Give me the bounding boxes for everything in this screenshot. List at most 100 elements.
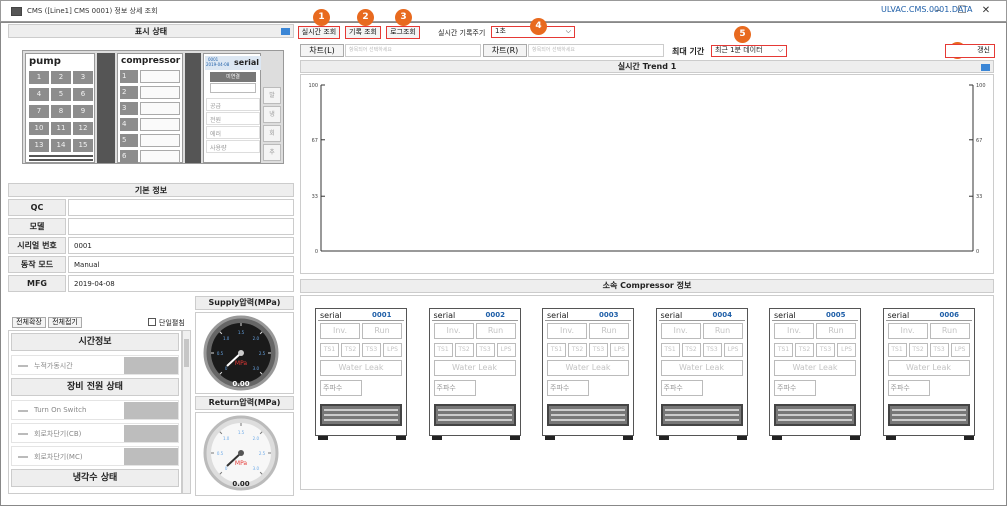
- status-title: 표시 상태: [134, 27, 168, 36]
- serial-row: 사용량: [206, 140, 260, 153]
- serial-row: 에러: [206, 126, 260, 139]
- compressor-unit[interactable]: serial 0001 Inv. Run TS1 TS2 TS3 LPS Water Leak 주…: [315, 308, 407, 440]
- gauge-tick-label: 2.5: [259, 451, 266, 456]
- pump-cell[interactable]: 9: [73, 105, 93, 118]
- compressor-row[interactable]: 6: [120, 150, 180, 163]
- unit-water-leak: Water Leak: [320, 360, 402, 376]
- panel-icon[interactable]: [281, 28, 290, 35]
- tree-item[interactable]: Turn On Switch: [11, 400, 179, 420]
- side-button[interactable]: 회: [263, 125, 281, 142]
- compressor-row-indicator: [140, 70, 180, 83]
- pump-cell[interactable]: 4: [29, 88, 49, 101]
- pump-cell[interactable]: 14: [51, 139, 71, 152]
- chart-r-input[interactable]: 항목되어 선택하세요: [528, 44, 664, 57]
- info-value: Manual: [68, 256, 294, 273]
- tree-item[interactable]: 회로차단기(MC): [11, 446, 179, 466]
- serial-row: 전원: [206, 112, 260, 125]
- pump-cell[interactable]: 8: [51, 105, 71, 118]
- unit-divider: [885, 320, 972, 321]
- pump-title: pump: [29, 56, 61, 67]
- vent-line: [551, 409, 625, 411]
- refresh-button[interactable]: 갱신: [945, 44, 995, 58]
- pump-cell[interactable]: 11: [51, 122, 71, 135]
- close-button[interactable]: ✕: [976, 4, 996, 18]
- unit-foot: [545, 436, 555, 440]
- vent-line: [437, 409, 512, 411]
- info-row: 동작 모드 Manual: [8, 256, 294, 273]
- unit-serial-no: 0003: [599, 311, 619, 319]
- chevron-down-icon: ⌵: [777, 46, 783, 54]
- tree-scrollbar[interactable]: [182, 330, 191, 494]
- window-title: CMS ([Line1] CMS 0001) 정보 상세 조회: [27, 7, 158, 15]
- side-button[interactable]: 추: [263, 144, 281, 161]
- return-hub: [238, 450, 244, 456]
- compressor-row[interactable]: 1: [120, 70, 180, 83]
- compressor-row[interactable]: 3: [120, 102, 180, 115]
- unit-serial-label: serial: [887, 311, 910, 320]
- compressor-unit[interactable]: serial 0003 Inv. Run TS1 TS2 TS3 LPS Water Leak 주…: [542, 308, 634, 440]
- unit-serial-label: serial: [660, 311, 683, 320]
- unit-serial-no: 0006: [939, 311, 959, 319]
- info-label: 동작 모드: [8, 256, 66, 273]
- pump-cell[interactable]: 10: [29, 122, 49, 135]
- compressor-unit[interactable]: serial 0002 Inv. Run TS1 TS2 TS3 LPS Water Leak 주…: [428, 308, 521, 440]
- pump-cell[interactable]: 2: [51, 71, 71, 84]
- unit-run: Run: [702, 323, 743, 339]
- expand-all-button[interactable]: 전체확장: [12, 317, 46, 328]
- status-header: 표시 상태: [8, 24, 294, 38]
- pump-cell[interactable]: 13: [29, 139, 49, 152]
- tree-item[interactable]: 누적가동시간: [11, 355, 179, 375]
- compressor-row[interactable]: 4: [120, 118, 180, 131]
- unit-inv: Inv.: [433, 323, 474, 339]
- unit-water-leak: Water Leak: [774, 360, 856, 376]
- chart-r-button[interactable]: 차트(R): [483, 44, 527, 57]
- unit-serial-no: 0004: [712, 311, 732, 319]
- pump-cell[interactable]: 15: [73, 139, 93, 152]
- vent-line: [891, 419, 966, 421]
- panel-icon[interactable]: [981, 64, 990, 71]
- basic-info-header: 기본 정보: [8, 183, 294, 197]
- collapse-all-button[interactable]: 전체접기: [48, 317, 82, 328]
- vent-line: [324, 414, 398, 416]
- log-button[interactable]: 로그조회: [386, 26, 420, 39]
- unit-foot: [885, 436, 896, 440]
- chart-l-button[interactable]: 차트(L): [300, 44, 344, 57]
- tree-section-header[interactable]: 냉각수 상태: [11, 469, 179, 487]
- y-tick-label-right: 100: [976, 83, 986, 89]
- history-button[interactable]: 기록 조회: [345, 26, 381, 39]
- compressor-row-number: 6: [120, 150, 138, 163]
- pump-cell[interactable]: 5: [51, 88, 71, 101]
- tree-section-header[interactable]: 장비 전원 상태: [11, 378, 179, 396]
- pump-cell[interactable]: 6: [73, 88, 93, 101]
- max-period-select[interactable]: 최근 1분 데이터 ⌵: [711, 45, 787, 57]
- tree-section-header[interactable]: 시간정보: [11, 333, 179, 351]
- compressor-row-number: 5: [120, 134, 138, 147]
- realtime-button[interactable]: 실시간 조회: [298, 26, 340, 39]
- unit-ts: TS1: [887, 343, 907, 357]
- pump-cell[interactable]: 3: [73, 71, 93, 84]
- unit-ts: LPS: [950, 343, 970, 357]
- return-gauge-panel: 0 0.5 1.0 1.5 2.0 2.5 3.0 MPa 0.00: [195, 412, 294, 496]
- compressor-unit[interactable]: serial 0005 Inv. Run TS1 TS2 TS3 LPS Water Leak 주…: [769, 308, 861, 440]
- unit-vent: [774, 404, 856, 426]
- side-button[interactable]: 냉: [263, 106, 281, 123]
- unit-ts: LPS: [723, 343, 743, 357]
- unit-ts: TS3: [816, 343, 835, 357]
- compressor-row-number: 3: [120, 102, 138, 115]
- tree-item[interactable]: 회로차단기(CB): [11, 423, 179, 443]
- compressor-row[interactable]: 2: [120, 86, 180, 99]
- unit-ts: LPS: [610, 343, 629, 357]
- compressor-unit[interactable]: serial 0006 Inv. Run TS1 TS2 TS3 LPS Water Leak 주…: [882, 308, 975, 440]
- info-row: 모델: [8, 218, 294, 235]
- side-button[interactable]: 발: [263, 87, 281, 104]
- chart-l-input[interactable]: 항목되어 선택하세요: [345, 44, 481, 57]
- unit-vent: [660, 404, 743, 426]
- compressor-row[interactable]: 5: [120, 134, 180, 147]
- pump-cell[interactable]: 7: [29, 105, 49, 118]
- chevron-down-icon: ⌵: [565, 27, 571, 35]
- tree-scroll-thumb[interactable]: [184, 339, 189, 367]
- pump-cell[interactable]: 12: [73, 122, 93, 135]
- single-expand-checkbox[interactable]: [148, 318, 156, 326]
- compressor-unit[interactable]: serial 0004 Inv. Run TS1 TS2 TS3 LPS Water Leak 주…: [655, 308, 748, 440]
- pump-cell[interactable]: 1: [29, 71, 49, 84]
